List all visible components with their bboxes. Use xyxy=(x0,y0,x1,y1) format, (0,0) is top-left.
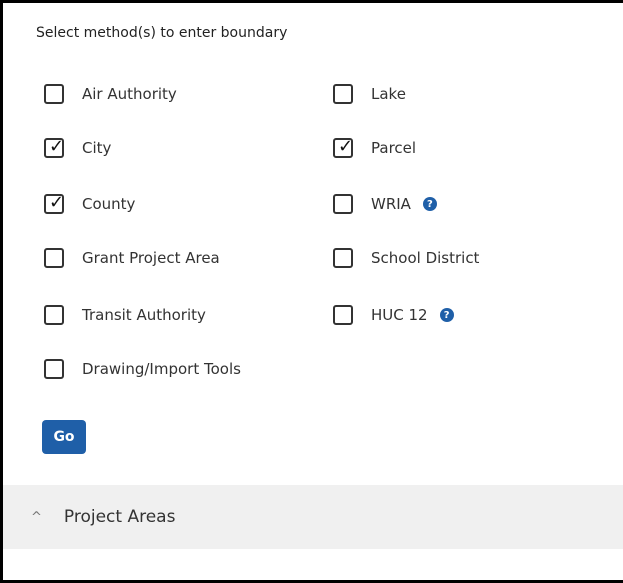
checkbox-city[interactable]: ✓ xyxy=(44,136,65,158)
go-button[interactable]: Go xyxy=(42,420,86,454)
option-label: Lake xyxy=(371,85,406,103)
option-label: Grant Project Area xyxy=(82,249,220,267)
option-school-district[interactable]: School District xyxy=(333,245,479,271)
option-lake[interactable]: Lake xyxy=(333,81,406,107)
option-air-authority[interactable]: Air Authority xyxy=(44,81,177,107)
check-mark-icon: ✓ xyxy=(49,136,65,157)
help-icon[interactable]: ? xyxy=(439,308,454,322)
option-label: Parcel xyxy=(371,139,417,157)
checkbox-parcel[interactable]: ✓ xyxy=(333,136,354,158)
option-wria[interactable]: WRIA ? xyxy=(333,191,437,217)
option-city[interactable]: ✓ City xyxy=(44,135,111,161)
checkbox-county[interactable]: ✓ xyxy=(44,192,65,214)
section-title: Project Areas xyxy=(63,507,176,527)
project-areas-section-header[interactable]: ^ Project Areas xyxy=(3,485,623,549)
checkbox-lake[interactable] xyxy=(333,84,353,104)
checkbox-air-authority[interactable] xyxy=(44,84,64,104)
chevron-up-icon: ^ xyxy=(31,509,42,525)
check-mark-icon: ✓ xyxy=(49,192,65,213)
checkbox-school-district[interactable] xyxy=(333,248,353,268)
boundary-method-heading: Select method(s) to enter boundary xyxy=(36,25,288,41)
option-county[interactable]: ✓ County xyxy=(44,191,135,217)
checkbox-grant-project-area[interactable] xyxy=(44,248,64,268)
option-grant-project-area[interactable]: Grant Project Area xyxy=(44,245,220,271)
help-icon[interactable]: ? xyxy=(422,197,437,211)
option-label: Drawing/Import Tools xyxy=(82,360,241,378)
option-label: WRIA xyxy=(371,195,411,213)
option-drawing-import-tools[interactable]: Drawing/Import Tools xyxy=(44,356,241,382)
check-mark-icon: ✓ xyxy=(338,136,354,157)
option-transit-authority[interactable]: Transit Authority xyxy=(44,302,206,328)
checkbox-drawing-import-tools[interactable] xyxy=(44,359,64,379)
option-huc-12[interactable]: HUC 12 ? xyxy=(333,302,454,328)
option-label: Air Authority xyxy=(82,85,177,103)
option-label: Transit Authority xyxy=(82,306,206,324)
checkbox-transit-authority[interactable] xyxy=(44,305,64,325)
option-label: School District xyxy=(371,249,480,267)
checkbox-wria[interactable] xyxy=(333,194,353,214)
option-parcel[interactable]: ✓ Parcel xyxy=(333,135,416,161)
option-label: City xyxy=(82,139,112,157)
checkbox-huc-12[interactable] xyxy=(333,305,353,325)
option-label: HUC 12 xyxy=(371,306,428,324)
option-label: County xyxy=(82,195,136,213)
